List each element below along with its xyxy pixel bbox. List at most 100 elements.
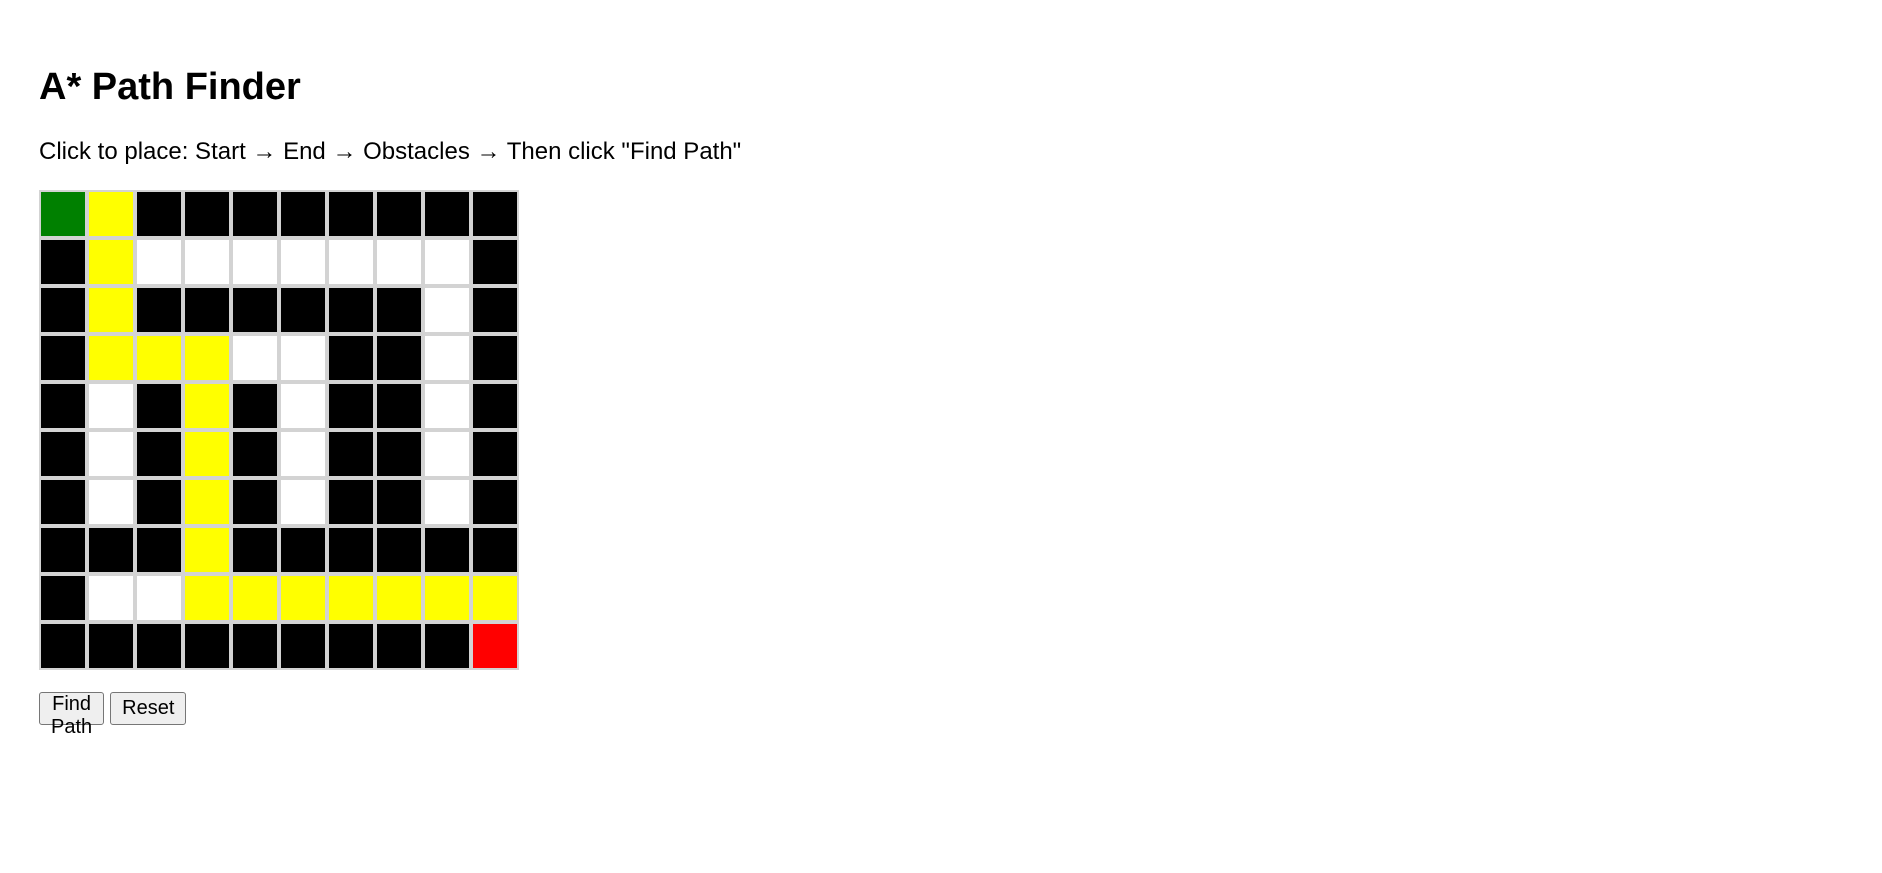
grid-cell-path[interactable] xyxy=(87,190,135,238)
grid-cell-obstacle[interactable] xyxy=(327,622,375,670)
grid-cell-obstacle[interactable] xyxy=(471,478,519,526)
grid-cell-obstacle[interactable] xyxy=(231,382,279,430)
grid-cell-obstacle[interactable] xyxy=(375,286,423,334)
reset-button[interactable]: Reset xyxy=(110,692,187,725)
grid-cell-empty[interactable] xyxy=(135,238,183,286)
grid-cell-obstacle[interactable] xyxy=(327,478,375,526)
grid-cell-obstacle[interactable] xyxy=(375,622,423,670)
grid-cell-obstacle[interactable] xyxy=(327,382,375,430)
grid-cell-obstacle[interactable] xyxy=(327,190,375,238)
grid-cell-obstacle[interactable] xyxy=(471,526,519,574)
grid-cell-start[interactable] xyxy=(39,190,87,238)
grid-cell-obstacle[interactable] xyxy=(231,190,279,238)
grid-cell-empty[interactable] xyxy=(375,238,423,286)
grid-cell-empty[interactable] xyxy=(87,430,135,478)
grid-cell-path[interactable] xyxy=(135,334,183,382)
grid-cell-empty[interactable] xyxy=(87,382,135,430)
grid-cell-empty[interactable] xyxy=(279,430,327,478)
grid-cell-obstacle[interactable] xyxy=(375,526,423,574)
find-path-button[interactable]: Find Path xyxy=(39,692,105,738)
grid-cell-obstacle[interactable] xyxy=(471,286,519,334)
grid-cell-obstacle[interactable] xyxy=(471,238,519,286)
grid-cell-obstacle[interactable] xyxy=(375,478,423,526)
grid-cell-obstacle[interactable] xyxy=(471,430,519,478)
grid-cell-obstacle[interactable] xyxy=(279,190,327,238)
grid-cell-obstacle[interactable] xyxy=(183,622,231,670)
grid-cell-empty[interactable] xyxy=(423,238,471,286)
grid-cell-obstacle[interactable] xyxy=(231,526,279,574)
grid-cell-empty[interactable] xyxy=(423,478,471,526)
grid-cell-obstacle[interactable] xyxy=(327,430,375,478)
grid-cell-empty[interactable] xyxy=(423,382,471,430)
grid-cell-empty[interactable] xyxy=(231,334,279,382)
grid-cell-path[interactable] xyxy=(87,286,135,334)
grid-cell-path[interactable] xyxy=(183,382,231,430)
grid-cell-obstacle[interactable] xyxy=(39,574,87,622)
grid-cell-path[interactable] xyxy=(471,574,519,622)
grid-cell-obstacle[interactable] xyxy=(279,526,327,574)
grid-cell-obstacle[interactable] xyxy=(471,334,519,382)
grid-cell-obstacle[interactable] xyxy=(135,190,183,238)
grid-cell-empty[interactable] xyxy=(183,238,231,286)
grid-cell-obstacle[interactable] xyxy=(39,478,87,526)
grid-cell-obstacle[interactable] xyxy=(231,622,279,670)
grid-cell-obstacle[interactable] xyxy=(87,622,135,670)
grid-cell-path[interactable] xyxy=(87,238,135,286)
grid-cell-empty[interactable] xyxy=(87,574,135,622)
grid-cell-empty[interactable] xyxy=(327,238,375,286)
grid-cell-obstacle[interactable] xyxy=(279,622,327,670)
grid-cell-obstacle[interactable] xyxy=(135,526,183,574)
grid-cell-obstacle[interactable] xyxy=(135,430,183,478)
grid-cell-obstacle[interactable] xyxy=(327,526,375,574)
grid-cell-obstacle[interactable] xyxy=(471,190,519,238)
grid-cell-obstacle[interactable] xyxy=(471,382,519,430)
grid-cell-empty[interactable] xyxy=(423,286,471,334)
grid-cell-path[interactable] xyxy=(183,334,231,382)
grid-cell-obstacle[interactable] xyxy=(39,334,87,382)
grid-cell-obstacle[interactable] xyxy=(39,622,87,670)
grid-cell-obstacle[interactable] xyxy=(231,430,279,478)
grid-cell-obstacle[interactable] xyxy=(375,430,423,478)
grid-cell-obstacle[interactable] xyxy=(423,622,471,670)
grid-cell-empty[interactable] xyxy=(279,478,327,526)
grid-cell-empty[interactable] xyxy=(423,334,471,382)
grid-cell-obstacle[interactable] xyxy=(231,478,279,526)
grid-cell-path[interactable] xyxy=(183,430,231,478)
grid-cell-empty[interactable] xyxy=(423,430,471,478)
grid-cell-obstacle[interactable] xyxy=(39,382,87,430)
grid-cell-obstacle[interactable] xyxy=(423,526,471,574)
grid-cell-obstacle[interactable] xyxy=(423,190,471,238)
grid-cell-path[interactable] xyxy=(375,574,423,622)
grid-cell-path[interactable] xyxy=(327,574,375,622)
grid-cell-empty[interactable] xyxy=(279,382,327,430)
grid-cell-empty[interactable] xyxy=(87,478,135,526)
grid-cell-obstacle[interactable] xyxy=(39,430,87,478)
grid-cell-path[interactable] xyxy=(87,334,135,382)
grid-cell-obstacle[interactable] xyxy=(375,190,423,238)
grid-cell-obstacle[interactable] xyxy=(327,334,375,382)
grid-cell-obstacle[interactable] xyxy=(39,526,87,574)
grid-cell-end[interactable] xyxy=(471,622,519,670)
grid-cell-obstacle[interactable] xyxy=(39,238,87,286)
grid-cell-path[interactable] xyxy=(423,574,471,622)
grid-cell-empty[interactable] xyxy=(135,574,183,622)
grid-cell-obstacle[interactable] xyxy=(375,382,423,430)
grid-cell-obstacle[interactable] xyxy=(375,334,423,382)
grid-cell-obstacle[interactable] xyxy=(135,286,183,334)
grid-cell-obstacle[interactable] xyxy=(327,286,375,334)
grid-cell-empty[interactable] xyxy=(231,238,279,286)
grid-cell-obstacle[interactable] xyxy=(183,286,231,334)
grid-cell-obstacle[interactable] xyxy=(279,286,327,334)
grid-cell-obstacle[interactable] xyxy=(183,190,231,238)
grid-cell-obstacle[interactable] xyxy=(87,526,135,574)
grid-cell-path[interactable] xyxy=(183,526,231,574)
grid-cell-empty[interactable] xyxy=(279,238,327,286)
grid-cell-obstacle[interactable] xyxy=(135,622,183,670)
grid-cell-obstacle[interactable] xyxy=(39,286,87,334)
grid-cell-path[interactable] xyxy=(231,574,279,622)
grid-cell-path[interactable] xyxy=(279,574,327,622)
grid-cell-obstacle[interactable] xyxy=(231,286,279,334)
grid-cell-obstacle[interactable] xyxy=(135,478,183,526)
grid-cell-empty[interactable] xyxy=(279,334,327,382)
grid-cell-path[interactable] xyxy=(183,478,231,526)
